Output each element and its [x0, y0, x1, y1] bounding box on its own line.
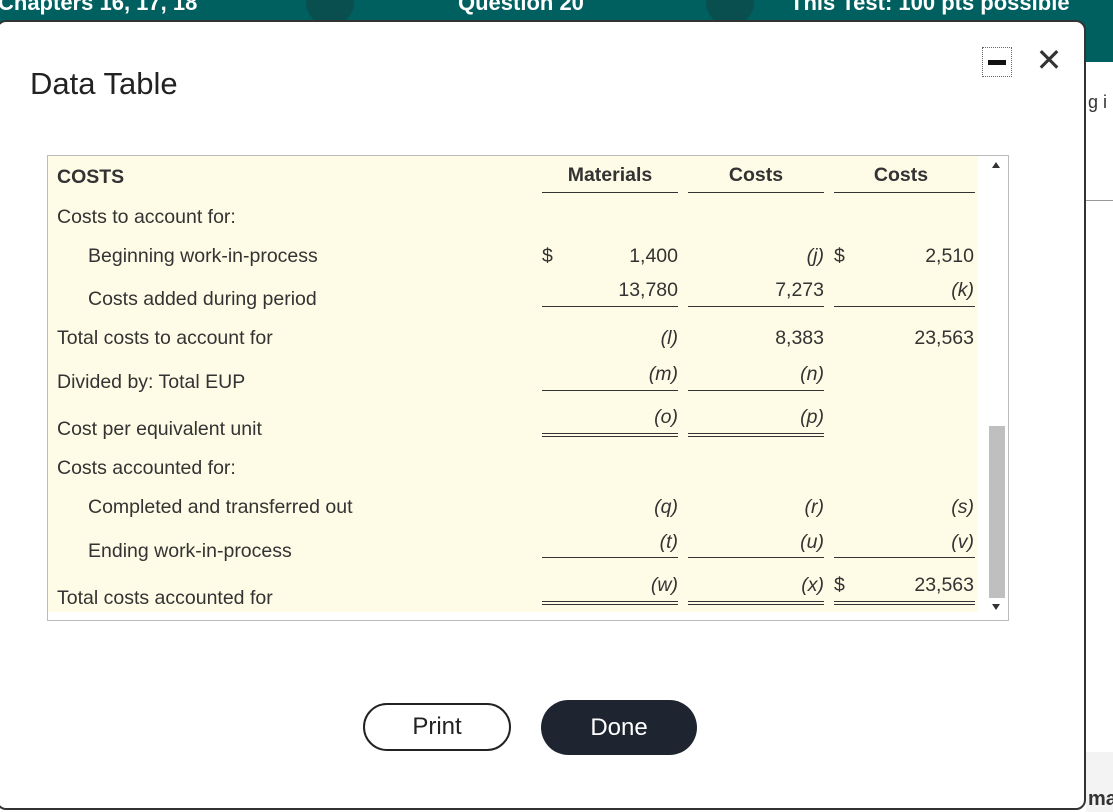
header-underline — [688, 192, 824, 193]
header-underline — [542, 192, 678, 193]
background-chapter-text: Chapters 16, 17, 18 — [0, 0, 198, 15]
header-underline — [834, 192, 975, 193]
double-underline — [834, 601, 975, 602]
cell-conversion-beginning-wip: (j) — [806, 245, 824, 267]
cell-total-total-to-account: 23,563 — [914, 327, 974, 349]
row-label-ending-wip: Ending work-in-process — [88, 540, 292, 562]
cell-materials-total-accounted: (w) — [650, 574, 678, 596]
cell-conversion-completed: (r) — [804, 496, 824, 518]
column-header-materials: Materials — [567, 164, 653, 186]
row-label-divided-by: Divided by: Total EUP — [57, 371, 246, 393]
cell-conversion-eup: (n) — [800, 363, 824, 385]
row-label-total-to-account: Total costs to account for — [57, 327, 273, 349]
double-underline — [542, 604, 678, 605]
scroll-up-icon[interactable] — [992, 162, 1000, 168]
column-header-conversion-costs: Costs — [728, 164, 784, 186]
double-underline — [542, 433, 678, 434]
row-label-costs-added: Costs added during period — [88, 288, 317, 310]
cell-materials-eup: (m) — [648, 363, 678, 385]
background-text-fragment-bottom: ma — [1088, 788, 1113, 810]
double-underline — [688, 604, 824, 605]
background-page-edge: g i ma — [1086, 62, 1113, 812]
subtotal-line — [688, 306, 824, 307]
print-button[interactable]: Print — [363, 703, 511, 751]
data-table: COSTS Materials Costs Costs Costs to acc… — [48, 156, 978, 612]
dialog-title: Data Table — [30, 66, 178, 101]
subtotal-line — [834, 306, 975, 307]
background-text-fragment: g i — [1088, 92, 1108, 112]
done-button[interactable]: Done — [541, 700, 697, 755]
double-underline — [542, 436, 678, 437]
subtotal-line — [834, 557, 975, 558]
scroll-down-icon[interactable] — [992, 604, 1000, 610]
row-label-completed-transferred: Completed and transferred out — [88, 496, 353, 518]
section-label-costs: COSTS — [57, 166, 125, 188]
background-divider — [1086, 200, 1113, 201]
subtotal-line — [688, 557, 824, 558]
cell-materials-total-to-account: (l) — [660, 327, 678, 349]
cell-total-beginning-wip: 2,510 — [925, 245, 974, 267]
subtotal-line — [542, 306, 678, 307]
row-label-total-accounted: Total costs accounted for — [57, 587, 273, 609]
background-test-text: This Test: 100 pts possible — [790, 0, 1070, 15]
data-table-frame: COSTS Materials Costs Costs Costs to acc… — [47, 155, 1009, 621]
cell-total-total-accounted: 23,563 — [914, 574, 974, 596]
row-label-beginning-wip: Beginning work-in-process — [88, 245, 318, 267]
currency-symbol: $ — [834, 574, 845, 596]
subtotal-line — [542, 390, 678, 391]
double-underline — [688, 433, 824, 434]
vertical-scrollbar[interactable] — [986, 156, 1008, 620]
cell-materials-costs-added: 13,780 — [618, 279, 678, 301]
double-underline — [834, 604, 975, 605]
cell-materials-beginning-wip: 1,400 — [629, 245, 678, 267]
double-underline — [688, 436, 824, 437]
subtotal-line — [688, 390, 824, 391]
double-underline — [688, 601, 824, 602]
column-header-total-costs: Costs — [873, 164, 929, 186]
currency-symbol: $ — [542, 245, 553, 267]
cell-materials-cost-per-eu: (o) — [654, 406, 678, 428]
row-label-costs-to-account-for: Costs to account for: — [57, 206, 236, 228]
row-label-costs-accounted-for: Costs accounted for: — [57, 457, 236, 479]
currency-symbol: $ — [834, 245, 845, 267]
cell-conversion-cost-per-eu: (p) — [800, 406, 824, 428]
cell-total-completed: (s) — [951, 496, 974, 518]
cell-conversion-ending-wip: (u) — [800, 531, 824, 553]
subtotal-line — [542, 557, 678, 558]
data-table-dialog: Data Table ✕ COSTS Materials Costs Costs… — [0, 20, 1086, 810]
row-label-cost-per-eu: Cost per equivalent unit — [57, 418, 262, 440]
cell-total-costs-added: (k) — [951, 279, 974, 301]
background-question-text: Question 20 — [458, 0, 584, 15]
minimize-button[interactable] — [982, 47, 1012, 77]
cell-total-ending-wip: (v) — [951, 531, 974, 553]
close-icon[interactable]: ✕ — [1034, 44, 1064, 76]
cell-materials-ending-wip: (t) — [659, 531, 678, 553]
cell-conversion-total-to-account: 8,383 — [775, 327, 824, 349]
cell-conversion-costs-added: 7,273 — [775, 279, 824, 301]
minimize-icon — [988, 59, 1006, 65]
scrollbar-thumb[interactable] — [989, 426, 1005, 598]
double-underline — [542, 601, 678, 602]
cell-conversion-total-accounted: (x) — [801, 574, 824, 596]
cell-materials-completed: (q) — [654, 496, 678, 518]
